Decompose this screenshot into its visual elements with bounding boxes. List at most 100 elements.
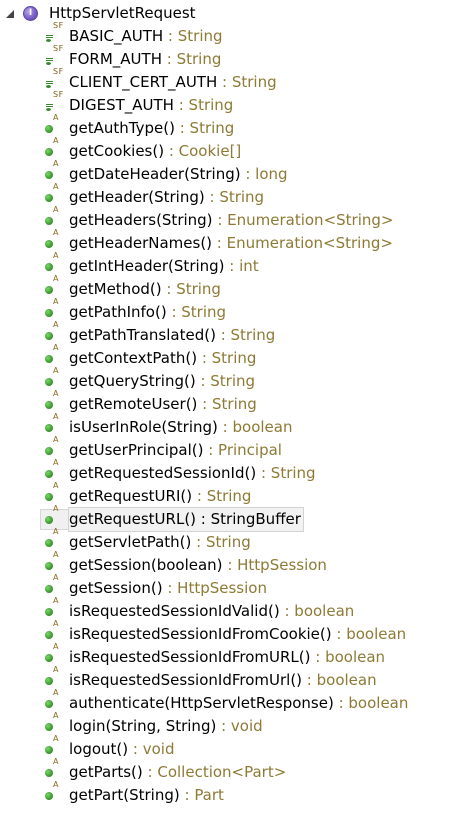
public-method-icon [45,585,53,593]
method-item[interactable]: AgetMethod() : String [0,274,460,301]
abstract-modifier-icon: A [53,251,59,260]
method-label: isRequestedSessionIdValid() : boolean [69,600,354,623]
public-method-icon [45,562,53,570]
method-item[interactable]: AisRequestedSessionIdValid() : boolean [0,596,460,623]
field-label: FORM_AUTH : String [69,48,221,71]
return-type: Enumeration<String> [227,211,394,229]
public-method-icon [45,424,53,432]
method-label: isRequestedSessionIdFromUrl() : boolean [69,669,377,692]
field-item[interactable]: SF FORM_AUTH : String [0,44,460,71]
type-separator: : [216,717,231,735]
return-type: String [189,119,235,137]
method-signature: getContextPath() [69,349,198,367]
type-separator: : [331,625,347,643]
method-item[interactable]: AgetPathInfo() : String [0,297,460,324]
method-item[interactable]: AisRequestedSessionIdFromUrl() : boolean [0,665,460,692]
method-signature: isRequestedSessionIdValid() [69,602,280,620]
method-item[interactable]: AgetRequestURL() : StringBuffer [0,504,460,532]
field-item[interactable]: SF DIGEST_AUTH : String [0,90,460,117]
method-signature: getHeaders(String) [69,211,213,229]
field-item[interactable]: SF BASIC_AUTH : String [0,21,460,48]
interface-icon: I [23,6,38,21]
method-item[interactable]: AgetHeaderNames() : Enumeration<String> [0,228,460,255]
method-item[interactable]: AgetSession(boolean) : HttpSession [0,550,460,577]
collapse-toggle-icon[interactable] [4,2,18,25]
field-type: String [188,96,234,114]
return-type: void [142,740,175,758]
method-item[interactable]: AgetHeaders(String) : Enumeration<String… [0,205,460,232]
method-item[interactable]: AgetRemoteUser() : String [0,389,460,416]
abstract-modifier-icon: A [53,688,59,697]
field-label: CLIENT_CERT_AUTH : String [69,71,277,94]
method-label: login(String, String) : void [69,715,263,738]
return-type: Collection<Part> [157,763,287,781]
method-item[interactable]: AgetRequestedSessionId() : String [0,458,460,485]
type-separator: : [173,96,189,114]
method-item[interactable]: AisUserInRole(String) : boolean [0,412,460,439]
type-separator: : [164,142,179,160]
method-signature: getPathInfo() [69,303,167,321]
method-item[interactable]: AgetPart(String) : Part [0,780,460,807]
abstract-modifier-icon: A [53,550,59,559]
public-method-icon [45,769,53,777]
method-item[interactable]: AgetContextPath() : String [0,343,460,370]
method-item[interactable]: AgetRequestURI() : String [0,481,460,508]
abstract-modifier-icon: A [53,573,59,582]
method-item[interactable]: Alogin(String, String) : void [0,711,460,738]
type-separator: : [217,418,233,436]
type-separator: : [192,487,207,505]
method-item[interactable]: AgetUserPrincipal() : Principal [0,435,460,462]
abstract-modifier-icon: A [53,435,59,444]
method-item[interactable]: AisRequestedSessionIdFromCookie() : bool… [0,619,460,646]
public-method-icon [45,125,53,133]
method-signature: authenticate(HttpServletResponse) [69,694,334,712]
return-type: boolean [316,671,377,689]
type-separator: : [174,119,190,137]
abstract-modifier-icon: A [53,642,59,651]
method-item[interactable]: AgetIntHeader(String) : int [0,251,460,278]
return-type: StringBuffer [210,510,301,528]
public-method-icon [45,355,53,363]
abstract-modifier-icon: A [53,734,59,743]
method-item[interactable]: AgetHeader(String) : String [0,182,460,209]
method-item[interactable]: AgetPathTranslated() : String [0,320,460,347]
type-separator: : [222,556,238,574]
public-method-icon [45,700,53,708]
abstract-modifier-icon: A [53,136,59,145]
method-signature: getMethod() [69,280,162,298]
return-type: String [206,487,252,505]
method-item[interactable]: AgetAuthType() : String [0,113,460,140]
return-type: boolean [348,694,409,712]
method-item[interactable]: AgetParts() : Collection<Part> [0,757,460,784]
method-signature: getQueryString() [69,372,196,390]
return-type: boolean [294,602,355,620]
method-signature: isRequestedSessionIdFromUrl() [69,671,303,689]
method-item[interactable]: AgetQueryString() : String [0,366,460,393]
type-separator: : [240,165,256,183]
tree-root-row[interactable]: I HttpServletRequest [0,2,460,25]
field-type: String [176,50,222,68]
method-item[interactable]: AgetDateHeader(String) : long [0,159,460,186]
method-item[interactable]: Aauthenticate(HttpServletResponse) : boo… [0,688,460,715]
public-method-icon [45,654,53,662]
method-item[interactable]: AgetCookies() : Cookie[] [0,136,460,163]
abstract-modifier-icon: A [53,205,59,214]
return-type: long [255,165,288,183]
method-label: getContextPath() : String [69,347,256,370]
method-item[interactable]: Alogout() : void [0,734,460,761]
public-method-icon [45,401,53,409]
method-item[interactable]: AisRequestedSessionIdFromURL() : boolean [0,642,460,669]
method-item[interactable]: AgetServletPath() : String [0,527,460,554]
method-label: getSession() : HttpSession [69,577,267,600]
return-type: Part [194,786,224,804]
type-separator: : [128,740,143,758]
field-item[interactable]: SF CLIENT_CERT_AUTH : String [0,67,460,94]
type-separator: : [161,50,177,68]
method-label: getQueryString() : String [69,370,255,393]
return-type: String [176,280,221,298]
abstract-modifier-icon: A [53,596,59,605]
method-label: getPathTranslated() : String [69,324,275,347]
method-label: logout() : void [69,738,174,761]
method-item[interactable]: AgetSession() : HttpSession [0,573,460,600]
method-label: getHeaderNames() : Enumeration<String> [69,232,393,255]
